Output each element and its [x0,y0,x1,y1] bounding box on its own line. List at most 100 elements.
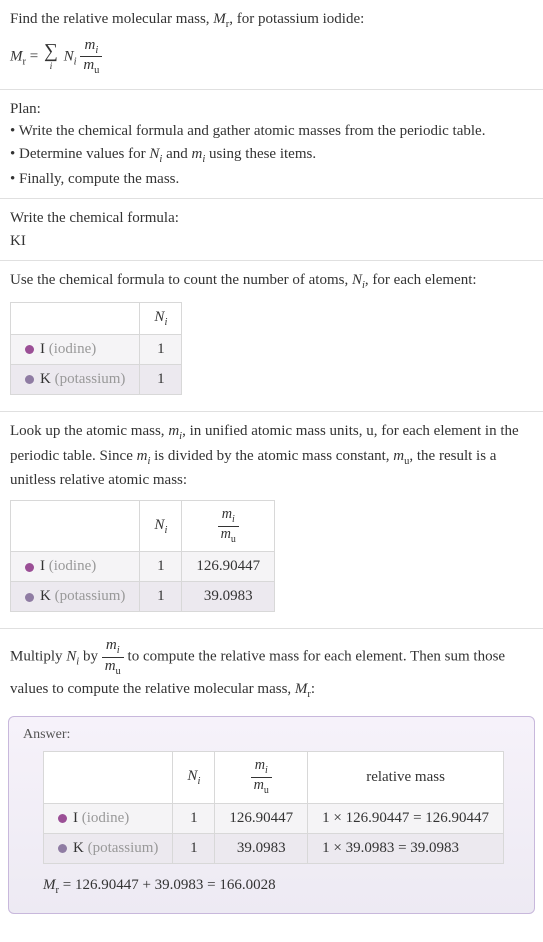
plan-N: N [149,146,159,162]
f-num-m: m [84,37,95,53]
mth-den-m: m [221,526,231,542]
mass-text: Look up the atomic mass, mi, in unified … [10,420,533,492]
mk-sym: K [40,588,55,604]
ak-sym: K [73,840,88,856]
elem-potassium: K (potassium) [11,364,140,394]
intro-text-a: Find the relative molecular mass, [10,11,213,27]
plan-m: m [192,146,203,162]
count-section: Use the chemical formula to count the nu… [0,261,543,412]
table-row: K (potassium) 1 39.0983 [11,582,275,612]
sigma-icon: ∑i [44,42,58,71]
plan2a: Determine values for [19,146,149,162]
f-Ni: i [74,56,77,67]
f-r: r [23,56,27,67]
ak-count: 1 [173,833,215,863]
m-elem-iodine: I (iodine) [11,552,140,582]
plan-item-2: Determine values for Ni and mi using the… [10,143,533,168]
count-text: Use the chemical formula to count the nu… [10,269,533,294]
formula-title: Write the chemical formula: [10,207,533,230]
mass-section: Look up the atomic mass, mi, in unified … [0,412,543,630]
i-count: 1 [140,334,182,364]
elem-iodine: I (iodine) [11,334,140,364]
potassium-dot-icon [25,375,34,384]
mi-count: 1 [140,552,182,582]
count-table: Ni I (iodine) 1 K (potassium) 1 [10,302,182,395]
i-paren: (iodine) [49,341,96,357]
iodine-dot-icon [25,345,34,354]
a-elem-iodine: I (iodine) [44,803,173,833]
plan2c: using these items. [205,146,316,162]
sym-M: M [213,11,226,27]
plan2b: and [162,146,191,162]
iodine-dot-icon [58,814,67,823]
mul-frac: mi mu [102,637,124,677]
ath-den-u: u [264,785,269,796]
intro-formula: Mr = ∑i Ni mi mu [10,33,533,81]
ath-num-i: i [265,765,268,776]
mi-sym: I [40,558,49,574]
multiply-text: Multiply Ni by mi mu to compute the rela… [10,637,533,702]
answer-final: Mr = 126.90447 + 39.0983 = 166.0028 [43,874,520,899]
table-row: I (iodine) 1 126.90447 1 × 126.90447 = 1… [44,803,504,833]
mul-N: N [66,649,76,665]
mass-th-blank [11,500,140,552]
formula-section: Write the chemical formula: KI [0,199,543,261]
f-num-i: i [95,45,98,56]
mi-paren: (iodine) [49,558,96,574]
ai-paren: (iodine) [82,810,129,826]
sigma-under: i [44,62,58,72]
ai-rel: 1 × 126.90447 = 126.90447 [308,803,504,833]
plan-item-1: Write the chemical formula and gather at… [10,120,533,143]
table-row: K (potassium) 1 [11,364,182,394]
mth-num-i: i [232,514,235,525]
table-row: I (iodine) 1 [11,334,182,364]
ath-N: N [187,768,197,784]
f-M: M [10,48,23,64]
chemical-formula: KI [10,230,533,253]
ans-th-relmass: relative mass [308,752,504,804]
table-row: K (potassium) 1 39.0983 1 × 39.0983 = 39… [44,833,504,863]
ans-th-frac: mi mu [215,752,308,804]
i-sym: I [40,341,49,357]
ath-frac: mi mu [251,758,272,797]
th-Ni: i [164,317,167,328]
ai-mass: 126.90447 [215,803,308,833]
mk-count: 1 [140,582,182,612]
k-count: 1 [140,364,182,394]
mass-mu: m [393,448,404,464]
intro-section: Find the relative molecular mass, Mr , fo… [0,0,543,90]
mi-mass: 126.90447 [182,552,275,582]
mul-den-m: m [105,658,116,674]
count-N: N [352,272,362,288]
mass-m2: m [137,448,148,464]
f-den-m: m [83,57,94,73]
mk-mass: 39.0983 [182,582,275,612]
af-eq: = 126.90447 + 39.0983 = 166.0028 [59,877,276,893]
plan-section: Plan: Write the chemical formula and gat… [0,90,543,199]
mul-d: : [311,681,315,697]
mth-Ni: i [164,525,167,536]
answer-table: Ni mi mu relative mass I (iodine) 1 126.… [43,751,504,864]
mul-a: Multiply [10,649,66,665]
ans-th-Ni: Ni [173,752,215,804]
mth-frac: mi mu [218,507,239,546]
af-M: M [43,877,56,893]
f-N: N [64,48,74,64]
answer-label: Answer: [23,727,520,743]
mass-th-Ni: Ni [140,500,182,552]
th-N: N [154,309,164,325]
mul-num-m: m [106,637,117,653]
mul-Mr: M [295,681,308,697]
mul-den-u: u [116,666,121,677]
ai-count: 1 [173,803,215,833]
intro-text-b: , for potassium iodide: [229,11,364,27]
count-b: , for each element: [365,272,477,288]
mass-th-frac: mi mu [182,500,275,552]
k-sym: K [40,371,55,387]
potassium-dot-icon [25,593,34,602]
intro-text: Find the relative molecular mass, Mr, fo… [10,8,533,33]
f-eq: = [30,48,42,64]
ak-paren: (potassium) [88,840,159,856]
ans-th-blank [44,752,173,804]
mul-num-i: i [117,645,120,656]
